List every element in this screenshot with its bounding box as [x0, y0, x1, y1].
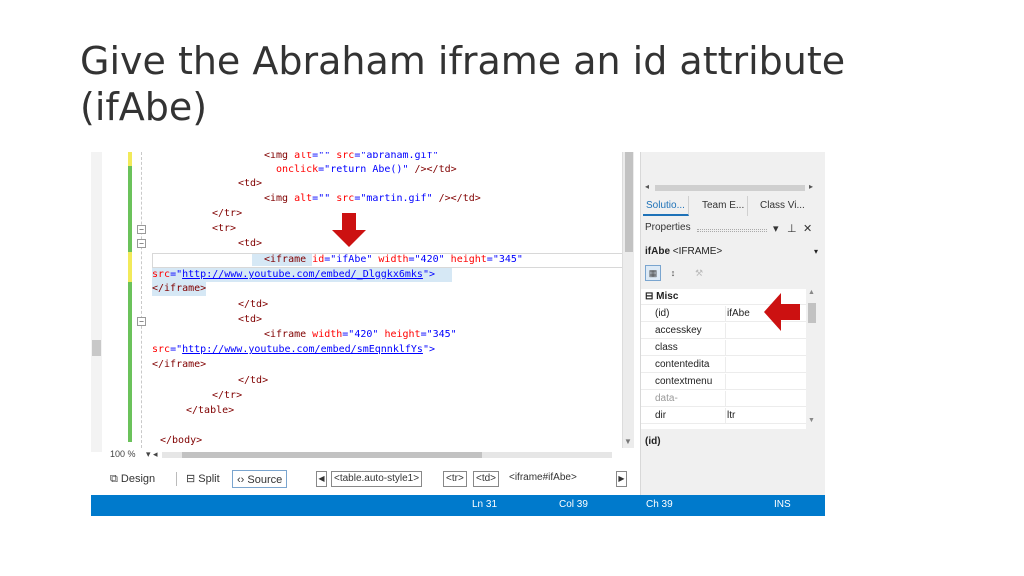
code-line: </td> — [238, 299, 269, 310]
category-label: ⊟ Misc — [645, 291, 679, 302]
red-arrow-left-icon — [764, 293, 800, 331]
scroll-down-icon[interactable]: ▼ — [808, 417, 815, 424]
status-char: Ch 39 — [646, 499, 673, 510]
code-line: </table> — [186, 405, 235, 416]
status-line: Ln 31 — [472, 499, 498, 510]
code-line-current: <iframe id="ifAbe" width="420" height="3… — [264, 254, 523, 265]
code-line: <td> — [238, 178, 263, 189]
code-line: <img alt="" src="abraham.gif" — [264, 152, 439, 161]
scrollbar-thumb[interactable] — [182, 452, 482, 458]
change-marker-yellow — [128, 152, 132, 166]
property-row-class[interactable]: class — [641, 340, 806, 356]
breadcrumb-iframe[interactable]: <iframe#ifAbe> — [507, 471, 579, 487]
close-icon[interactable]: ✕ — [803, 222, 812, 235]
code-editor[interactable]: − − − <img alt="" src="abraham.gif" oncl… — [102, 152, 632, 448]
tab-split[interactable]: ⊟ Split — [182, 470, 224, 488]
tab-source[interactable]: ‹› Source — [232, 470, 288, 488]
split-icon: ⊟ — [186, 473, 199, 485]
collapse-icon[interactable]: − — [137, 317, 146, 326]
tab-design[interactable]: ⧉ Design — [106, 470, 159, 488]
dropdown-icon[interactable]: ▾ — [773, 222, 779, 235]
status-column: Col 39 — [559, 499, 588, 510]
property-description: (id) — [645, 436, 661, 447]
code-line: </td> — [238, 375, 269, 386]
title-grip — [697, 229, 767, 232]
property-row-contextmenu[interactable]: contextmenu — [641, 374, 806, 390]
scroll-right-icon[interactable]: ▸ — [809, 182, 813, 191]
collapse-icon[interactable]: ⊟ — [645, 291, 656, 302]
scroll-up-icon[interactable]: ▲ — [808, 289, 815, 296]
scroll-left-icon[interactable]: ◂ — [645, 182, 649, 191]
editor-footer: 100 % ▾ ◂ — [102, 449, 622, 461]
property-row-data[interactable]: data- — [641, 391, 806, 407]
collapse-icon[interactable]: − — [137, 225, 146, 234]
design-icon: ⧉ — [110, 473, 121, 485]
tab-class-view[interactable]: Class Vi... — [757, 196, 808, 216]
wrench-icon[interactable]: ⚒ — [691, 265, 707, 281]
editor-horizontal-scrollbar[interactable] — [162, 452, 612, 458]
panel-horizontal-scrollbar[interactable]: ◂ ▸ — [645, 182, 815, 192]
scrollbar-thumb[interactable] — [625, 152, 633, 252]
scrollbar-track[interactable] — [655, 185, 805, 191]
breadcrumb-tr[interactable]: <tr> — [443, 471, 467, 487]
alphabetical-icon[interactable]: ↕ — [665, 265, 681, 281]
code-line: <img alt="" src="martin.gif" /></td> — [264, 193, 481, 204]
breadcrumb-prev-icon[interactable]: ◀ — [316, 471, 327, 487]
scroll-down-icon[interactable]: ▼ — [624, 437, 632, 446]
code-line: src="http://www.youtube.com/embed/_Dlggk… — [152, 269, 435, 280]
editor-vertical-scrollbar[interactable]: ▼ — [622, 152, 634, 448]
tab-solution-explorer[interactable]: Solutio... — [643, 196, 689, 216]
tab-team-explorer[interactable]: Team E... — [699, 196, 749, 216]
scrollbar-thumb[interactable] — [808, 303, 816, 323]
breadcrumb-next-icon[interactable]: ▶ — [616, 471, 627, 487]
code-line: src="http://www.youtube.com/embed/smEqnn… — [152, 344, 435, 355]
properties-title-bar: Properties ▾ ⊥ ✕ — [645, 222, 820, 238]
view-tabs: ⧉ Design ⊟ Split ‹› Source ◀ <table.auto… — [102, 468, 632, 490]
categorized-icon[interactable]: ▦ — [645, 265, 661, 281]
object-selector[interactable]: ifAbe <IFRAME> ▾ — [645, 244, 820, 260]
change-marker-green — [128, 166, 132, 252]
chevron-down-icon: ▾ — [813, 247, 818, 256]
change-marker-yellow — [128, 252, 132, 282]
code-line: </iframe> — [152, 359, 207, 370]
code-line: <td> — [238, 238, 263, 249]
gutter-marker — [92, 340, 101, 356]
code-line: onclick="return Abe()" /></td> — [276, 164, 457, 175]
url-link: http://www.youtube.com/embed/_Dlggkx6mks — [182, 269, 423, 280]
code-line: <td> — [238, 314, 263, 325]
status-insert-mode: INS — [774, 499, 791, 510]
left-gutter — [91, 152, 102, 452]
divider — [176, 472, 177, 486]
zoom-dropdown-icon[interactable]: ▾ ◂ — [146, 449, 158, 460]
source-icon: ‹› — [237, 474, 248, 486]
code-line: </tr> — [212, 390, 243, 401]
slide-title: Give the Abraham iframe an id attribute … — [80, 39, 846, 129]
outline-guide — [141, 152, 142, 448]
property-grid-scrollbar[interactable]: ▲ ▼ — [806, 289, 818, 429]
properties-title: Properties — [645, 222, 691, 233]
property-row-contenteditable[interactable]: contentedita — [641, 357, 806, 373]
property-row-dir[interactable]: dir ltr — [641, 408, 806, 424]
code-line: </body> — [160, 435, 203, 446]
code-line: <iframe width="420" height="345" — [264, 329, 457, 340]
code-line: <tr> — [212, 223, 237, 234]
zoom-level[interactable]: 100 % — [110, 449, 136, 459]
pin-icon[interactable]: ⊥ — [787, 222, 797, 235]
code-line: </iframe> — [152, 283, 207, 294]
collapse-icon[interactable]: − — [137, 239, 146, 248]
visual-studio-window: − − − <img alt="" src="abraham.gif" oncl… — [91, 152, 825, 516]
change-marker-green — [128, 282, 132, 442]
breadcrumb-table[interactable]: <table.auto-style1> — [331, 471, 423, 487]
status-bar: Ln 31 Col 39 Ch 39 INS — [91, 495, 825, 516]
breadcrumb-td[interactable]: <td> — [473, 471, 500, 487]
code-line: </tr> — [212, 208, 243, 219]
red-arrow-down-icon — [332, 213, 366, 247]
url-link: http://www.youtube.com/embed/smEqnnklfYs — [182, 344, 423, 355]
